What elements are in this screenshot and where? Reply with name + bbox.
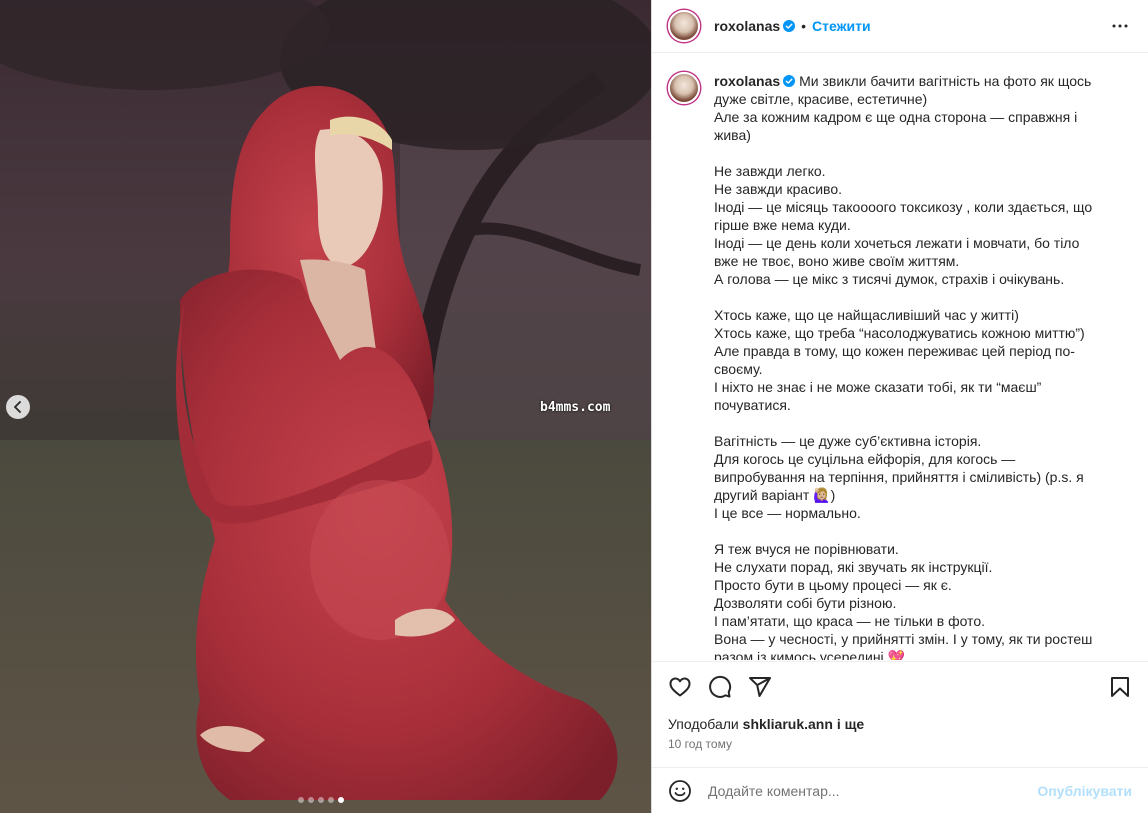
carousel-dots (298, 797, 344, 803)
carousel-dot (298, 797, 304, 803)
post-header: roxolanas • Стежити (652, 0, 1148, 53)
post-timestamp[interactable]: 10 год тому (652, 737, 1148, 751)
share-icon[interactable] (748, 675, 772, 699)
caption-line: І ніхто не знає і не може сказати тобі, … (714, 379, 1042, 413)
comment-icon[interactable] (708, 675, 732, 699)
liker-username[interactable]: shkliaruk.ann (743, 716, 833, 732)
caption-line: Але за кожним кадром є ще одна сторона —… (714, 109, 1078, 143)
caption-line: Хтось каже, що треба “насолоджуватись ко… (714, 325, 1085, 341)
carousel-dot (318, 797, 324, 803)
action-bar (652, 662, 1148, 712)
likes-others-link[interactable]: і ще (837, 716, 864, 732)
likes-prefix: Уподобали (668, 716, 739, 732)
caption-blank-line (714, 414, 1106, 432)
caption-line: Просто бути в цьому процесі — як є. (714, 577, 952, 593)
avatar[interactable] (668, 10, 700, 42)
caption-blank-line (714, 144, 1106, 162)
post-actions-section: Уподобали shkliaruk.ann і ще 10 год тому (652, 661, 1148, 751)
caption-line: І це все — нормально. (714, 505, 861, 521)
post-comment-button[interactable]: Опублікувати (1037, 783, 1132, 799)
caption-line: А голова — це мікс з тисячі думок, страх… (714, 271, 1065, 287)
caption-area[interactable]: roxolanas Ми звикли бачити вагітність на … (652, 54, 1148, 660)
caption-line: Не завжди легко. (714, 163, 826, 179)
caption-username[interactable]: roxolanas (714, 73, 780, 89)
post-side-panel: roxolanas • Стежити roxolanas Ми звикли б… (651, 0, 1148, 813)
post-media[interactable]: b4mms.com (0, 0, 651, 813)
caption: roxolanas Ми звикли бачити вагітність на … (668, 72, 1132, 660)
caption-line: Але правда в тому, що кожен переживає це… (714, 343, 1075, 377)
verified-badge-icon (783, 75, 796, 87)
caption-blank-line (714, 522, 1106, 540)
carousel-dot-active (338, 797, 344, 803)
caption-text: roxolanas Ми звикли бачити вагітність на … (714, 72, 1106, 660)
caption-line: Дозволяти собі бути різною. (714, 595, 897, 611)
caption-line: Іноді — це день коли хочеться лежати і м… (714, 235, 1080, 269)
caption-line: Вагітність — це дуже суб’єктивна історія… (714, 433, 982, 449)
emoji-icon[interactable] (668, 779, 692, 803)
caption-line: І пам’ятати, що краса — не тільки в фото… (714, 613, 985, 629)
caption-line: Для когось це суцільна ейфорія, для кого… (714, 451, 1084, 503)
caption-line: Не слухати порад, які звучать як інструк… (714, 559, 993, 575)
comment-bar: Опублікувати (652, 767, 1148, 813)
heart-icon[interactable] (668, 675, 692, 699)
likes-summary: Уподобали shkliaruk.ann і ще (652, 715, 1148, 733)
caption-blank-line (714, 288, 1106, 306)
avatar[interactable] (668, 72, 700, 104)
author-username[interactable]: roxolanas (714, 18, 780, 34)
watermark-text: b4mms.com (540, 400, 611, 415)
separator-dot: • (801, 18, 807, 34)
caption-line: Я теж вчуся не порівнювати. (714, 541, 899, 557)
more-options-icon[interactable] (1108, 14, 1132, 38)
chevron-left-icon (14, 401, 21, 413)
caption-line: Хтось каже, що це найщасливіший час у жи… (714, 307, 1019, 323)
bookmark-icon[interactable] (1108, 675, 1132, 699)
carousel-dot (328, 797, 334, 803)
caption-line: Вона — у чесності, у прийнятті змін. І у… (714, 631, 1093, 660)
verified-badge-icon (783, 20, 796, 32)
comment-input[interactable] (708, 782, 1038, 799)
carousel-prev-button[interactable] (6, 395, 30, 419)
caption-line: Не завжди красиво. (714, 181, 842, 197)
follow-button[interactable]: Стежити (812, 18, 871, 34)
carousel-dot (308, 797, 314, 803)
caption-line: Іноді — це місяць такоооого токсикозу , … (714, 199, 1093, 233)
